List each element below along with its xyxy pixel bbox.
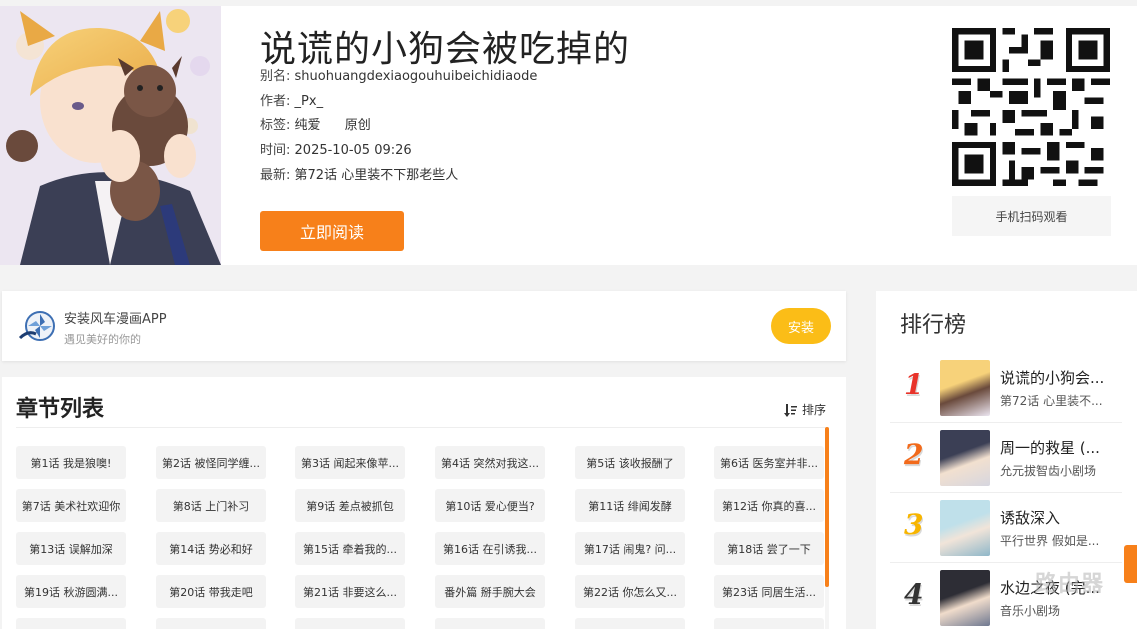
rank-latest: 音乐小剧场 [1000,604,1061,618]
chapter-item[interactable]: 第23话 同居生活... [714,575,824,608]
qr-code-icon [952,28,1110,186]
alias-label: 别名: [260,69,291,84]
latest-chapter-link[interactable]: 第72话 心里装不下那老些人 [295,168,459,183]
chapter-item[interactable]: 第18话 尝了一下 [714,532,824,565]
install-app-button[interactable]: 安装 [771,308,831,344]
chapter-item[interactable]: 第15话 牵着我的... [295,532,405,565]
rank-cover-thumbnail[interactable] [940,430,990,486]
scan-qr-label: 手机扫码观看 [952,196,1111,236]
scrollbar-thumb[interactable] [825,427,829,587]
comic-info-panel: 说谎的小狗会被吃掉的 别名: shuohuangdexiaogouhuibeic… [0,6,1137,265]
chapter-item-placeholder[interactable] [16,618,126,629]
comic-cover-image[interactable] [0,6,221,265]
chapter-item-placeholder[interactable] [156,618,266,629]
chapter-item[interactable]: 第6话 医务室并非... [714,446,824,479]
time-row: 时间: 2025-10-05 09:26 [260,139,412,158]
author-row: 作者: _Px_ [260,90,323,109]
chapter-item[interactable]: 第16话 在引诱我... [435,532,545,565]
rank-latest: 平行世界 假如是... [1000,534,1100,548]
tag-link[interactable]: 纯爱 [295,118,321,133]
rank-number: 2 [904,438,924,471]
chapter-item[interactable]: 第17话 闹鬼? 问... [575,532,685,565]
chapter-item[interactable]: 第12话 你真的喜... [714,489,824,522]
tag-link[interactable]: 原创 [345,118,371,133]
chapter-item[interactable]: 第8话 上门补习 [156,489,266,522]
chapter-item-placeholder[interactable] [295,618,405,629]
chapter-item-placeholder[interactable] [575,618,685,629]
side-float-tab[interactable] [1124,545,1137,583]
author-value[interactable]: _Px_ [295,94,324,109]
alias-value: shuohuangdexiaogouhuibeichidiaode [294,69,538,84]
alias-row: 别名: shuohuangdexiaogouhuibeichidiaode [260,65,537,84]
rank-latest: 允元拔智齿小剧场 [1000,464,1097,478]
windmill-app-icon [18,311,55,341]
sort-button[interactable]: 排序 [784,401,826,418]
chapter-item[interactable]: 第3话 闻起来像苹... [295,446,405,479]
chapter-list-panel: 章节列表 排序 第1话 我是狼噢! 第2话 被怪同学缠... 第3话 闻起来像苹..… [2,377,846,629]
rank-cover-thumbnail[interactable] [940,360,990,416]
chapter-item[interactable]: 第13话 误解加深 [16,532,126,565]
rank-title[interactable]: 诱敌深入 [1000,507,1060,528]
tags-row: 标签: 纯爱 原创 [260,114,391,133]
rank-number: 1 [904,368,924,401]
latest-label: 最新: [260,168,291,183]
app-install-banner: 安装风车漫画APP 遇见美好的你的 安装 [2,291,846,361]
chapter-item-placeholder[interactable] [714,618,824,629]
chapter-item[interactable]: 第4话 突然对我这... [435,446,545,479]
rank-latest: 第72话 心里装不... [1000,394,1103,408]
time-value: 2025-10-05 09:26 [294,143,412,158]
chapter-item[interactable]: 第22话 你怎么又... [575,575,685,608]
sort-icon [784,403,797,417]
chapter-item[interactable]: 第21话 非要这么... [295,575,405,608]
ranking-item[interactable]: 3 诱敌深入平行世界 假如是... [890,493,1122,563]
chapter-item[interactable]: 第1话 我是狼噢! [16,446,126,479]
chapter-item[interactable]: 第10话 爱心便当? [435,489,545,522]
chapter-item-placeholder[interactable] [435,618,545,629]
sort-label: 排序 [802,403,827,417]
rank-number: 3 [904,508,924,541]
chapter-item[interactable]: 第5话 该收报酬了 [575,446,685,479]
watermark: 路由器 [1035,572,1105,597]
app-slogan: 遇见美好的你的 [64,333,141,346]
cover-illustration [0,6,221,265]
time-label: 时间: [260,143,291,158]
rank-cover-thumbnail[interactable] [940,570,990,626]
ranking-item[interactable]: 1 说谎的小狗会... 第72话 心里装不... [890,353,1122,423]
chapter-item[interactable]: 第2话 被怪同学缠... [156,446,266,479]
latest-row: 最新: 第72话 心里装不下那老些人 [260,164,458,183]
ranking-title: 排行榜 [900,313,967,338]
rank-title[interactable]: 说谎的小狗会... [1000,367,1104,388]
chapter-item[interactable]: 第11话 绯闻发酵 [575,489,685,522]
divider [16,427,828,428]
app-name: 安装风车漫画APP [64,312,167,327]
tags-label: 标签: [260,118,291,133]
rank-cover-thumbnail[interactable] [940,500,990,556]
chapter-item[interactable]: 第14话 势必和好 [156,532,266,565]
author-label: 作者: [260,94,291,109]
chapter-item[interactable]: 第20话 带我走吧 [156,575,266,608]
chapter-list-title: 章节列表 [16,397,105,422]
chapter-item[interactable]: 第9话 差点被抓包 [295,489,405,522]
rank-title[interactable]: 周一的救星 (... [1000,437,1100,458]
chapter-item[interactable]: 番外篇 掰手腕大会 [435,575,545,608]
ranking-item[interactable]: 2 周一的救星 (... 允元拔智齿小剧场 [890,423,1122,493]
chapter-item[interactable]: 第19话 秋游圆满... [16,575,126,608]
chapter-item[interactable]: 第7话 美术社欢迎你 [16,489,126,522]
rank-number: 4 [904,578,924,611]
read-now-button[interactable]: 立即阅读 [260,211,404,251]
